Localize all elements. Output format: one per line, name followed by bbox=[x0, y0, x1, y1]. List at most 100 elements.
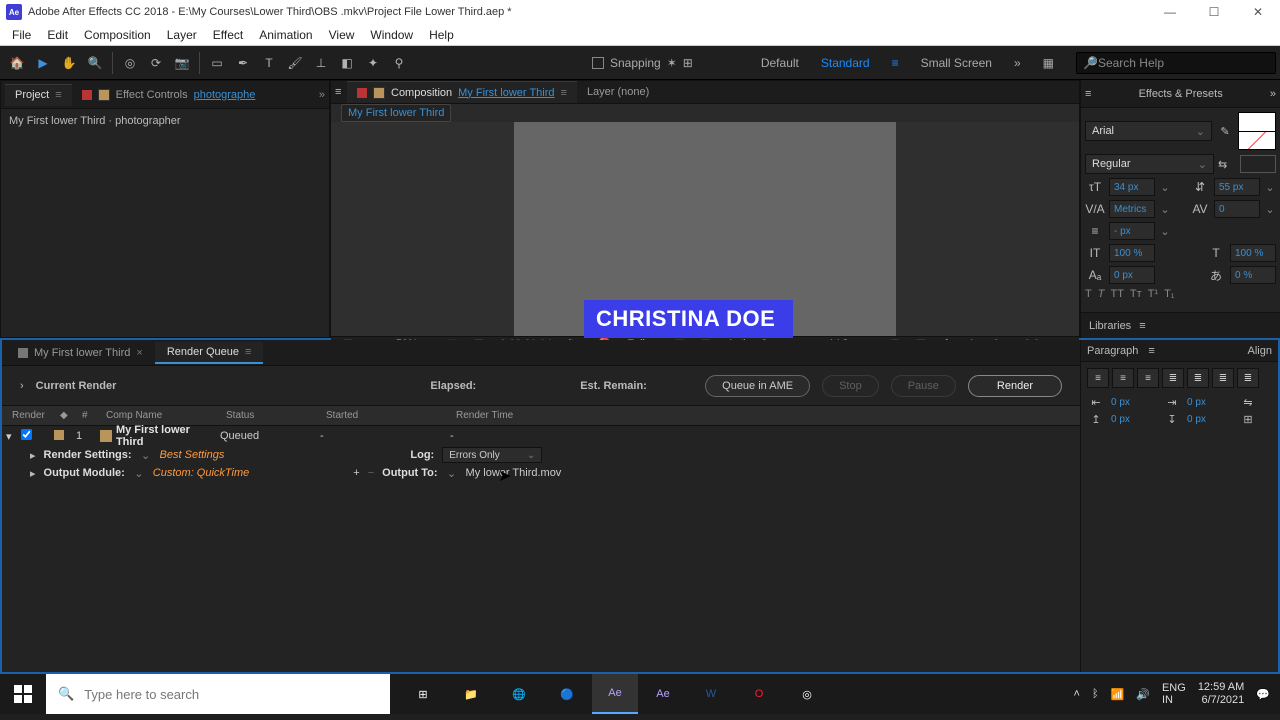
output-module-link[interactable]: Custom: QuickTime bbox=[153, 467, 249, 479]
eyedropper-icon[interactable]: ✎ bbox=[1216, 125, 1234, 138]
justify-all-icon[interactable]: ≣ bbox=[1237, 368, 1259, 388]
vert-scale-input[interactable]: 100 % bbox=[1109, 244, 1155, 262]
font-style-dropdown[interactable]: Regular⌄ bbox=[1085, 154, 1214, 174]
align-center-icon[interactable]: ≡ bbox=[1112, 368, 1134, 388]
after-effects-taskbar-icon[interactable]: Ae bbox=[592, 674, 638, 714]
smallcaps-icon[interactable]: Tᴛ bbox=[1130, 288, 1142, 300]
log-dropdown[interactable]: Errors Only⌄ bbox=[442, 447, 542, 463]
minimize-button[interactable]: — bbox=[1148, 0, 1192, 24]
justify-left-icon[interactable]: ≣ bbox=[1162, 368, 1184, 388]
menu-file[interactable]: File bbox=[4, 28, 39, 42]
start-button[interactable] bbox=[0, 674, 46, 714]
menu-animation[interactable]: Animation bbox=[251, 28, 320, 42]
rs-chevron-icon[interactable]: ⌄ bbox=[140, 449, 152, 462]
panel-overflow-icon[interactable]: » bbox=[1270, 88, 1276, 100]
col-render[interactable]: Render bbox=[6, 410, 54, 421]
chevron-down-icon[interactable]: ⌄ bbox=[1159, 181, 1171, 194]
expand-current-render-icon[interactable]: › bbox=[20, 380, 24, 392]
om-twirl-icon[interactable]: ▸ bbox=[30, 467, 36, 480]
menu-layer[interactable]: Layer bbox=[159, 28, 205, 42]
faux-bold-icon[interactable]: T bbox=[1085, 288, 1092, 300]
rotate-tool-icon[interactable]: ⟳ bbox=[144, 51, 168, 75]
space-before-value[interactable]: 0 px bbox=[1111, 414, 1157, 425]
ec-layer-link[interactable]: photographe bbox=[194, 89, 256, 101]
tray-lang[interactable]: ENGIN bbox=[1162, 682, 1186, 706]
no-fill-icon[interactable] bbox=[1240, 155, 1276, 173]
render-settings-link[interactable]: Best Settings bbox=[160, 449, 225, 461]
opera-icon[interactable]: O bbox=[736, 674, 782, 714]
selection-tool-icon[interactable]: ▶ bbox=[31, 51, 55, 75]
render-button[interactable]: Render bbox=[968, 375, 1062, 397]
workspace-smallscreen[interactable]: Small Screen bbox=[921, 56, 992, 70]
stamp-tool-icon[interactable]: ⊥ bbox=[309, 51, 333, 75]
snapping-checkbox[interactable] bbox=[592, 57, 604, 69]
panel-overflow-icon[interactable]: » bbox=[319, 89, 325, 101]
libraries-menu-icon[interactable]: ≡ bbox=[1139, 320, 1145, 332]
home-tool-icon[interactable]: 🏠 bbox=[5, 51, 29, 75]
leading-input[interactable]: 55 px bbox=[1214, 178, 1260, 196]
col-comp-name[interactable]: Comp Name bbox=[100, 410, 220, 421]
snap-opt-icon[interactable]: ✶ bbox=[667, 56, 677, 70]
align-left-icon[interactable]: ≡ bbox=[1087, 368, 1109, 388]
subscript-icon[interactable]: T₁ bbox=[1164, 288, 1174, 300]
menu-edit[interactable]: Edit bbox=[39, 28, 76, 42]
eraser-tool-icon[interactable]: ◧ bbox=[335, 51, 359, 75]
para-menu-icon[interactable]: ≡ bbox=[1148, 345, 1154, 357]
align-right-icon[interactable]: ≡ bbox=[1137, 368, 1159, 388]
orbit-tool-icon[interactable]: ◎ bbox=[118, 51, 142, 75]
puppet-tool-icon[interactable]: ⚲ bbox=[387, 51, 411, 75]
rq-row-twirl-icon[interactable]: ▾ bbox=[6, 430, 20, 443]
col-render-time[interactable]: Render Time bbox=[450, 410, 570, 421]
output-to-filename[interactable]: My lower Third.mov bbox=[466, 467, 562, 479]
tsume-input[interactable]: 0 % bbox=[1230, 266, 1276, 284]
indent-first-value[interactable]: 0 px bbox=[1187, 397, 1233, 408]
close-button[interactable]: ✕ bbox=[1236, 0, 1280, 24]
chevron-down-icon[interactable]: ⌄ bbox=[1264, 181, 1276, 194]
rect-tool-icon[interactable]: ▭ bbox=[205, 51, 229, 75]
para-extra-icon[interactable]: ⊞ bbox=[1239, 413, 1257, 426]
tab-timeline-comp[interactable]: My First lower Third × bbox=[6, 342, 155, 364]
baseline-input[interactable]: 0 px bbox=[1109, 266, 1155, 284]
panel-menu-icon[interactable]: ≡ bbox=[1085, 88, 1091, 100]
rq-row-checkbox[interactable] bbox=[21, 429, 32, 440]
space-after-value[interactable]: 0 px bbox=[1187, 414, 1233, 425]
hand-tool-icon[interactable]: ✋ bbox=[57, 51, 81, 75]
output-to-chevron-icon[interactable]: ⌄ bbox=[446, 467, 458, 480]
tracking-input[interactable]: 0 bbox=[1214, 200, 1260, 218]
taskbar-search-input[interactable]: 🔍 Type here to search bbox=[46, 674, 390, 714]
comp-viewer[interactable]: CHRISTINA DOE bbox=[331, 122, 1079, 336]
tab-paragraph[interactable]: Paragraph bbox=[1087, 345, 1138, 357]
fill-stroke-swatch[interactable] bbox=[1238, 112, 1276, 150]
kerning-input[interactable]: Metrics bbox=[1109, 200, 1155, 218]
tab-project[interactable]: Project≡ bbox=[5, 84, 72, 106]
maximize-button[interactable]: ☐ bbox=[1192, 0, 1236, 24]
brush-tool-icon[interactable]: 🖌 bbox=[283, 51, 307, 75]
chevron-down-icon[interactable]: ⌄ bbox=[1264, 203, 1276, 216]
tray-chevron-icon[interactable]: ˄ bbox=[1074, 688, 1080, 700]
col-started[interactable]: Started bbox=[320, 410, 450, 421]
chevron-down-icon[interactable]: ⌄ bbox=[1159, 225, 1171, 238]
edge-icon[interactable]: 🌐 bbox=[496, 674, 542, 714]
tab-render-queue[interactable]: Render Queue ≡ bbox=[155, 342, 264, 364]
tab-libraries[interactable]: Libraries bbox=[1089, 320, 1131, 332]
remove-output-icon[interactable]: − bbox=[368, 467, 374, 479]
indent-left-value[interactable]: 0 px bbox=[1111, 397, 1157, 408]
horiz-scale-input[interactable]: 100 % bbox=[1230, 244, 1276, 262]
menu-window[interactable]: Window bbox=[362, 28, 421, 42]
tab-effects-presets[interactable]: Effects & Presets bbox=[1139, 88, 1223, 100]
add-output-icon[interactable]: + bbox=[353, 467, 359, 479]
pause-button[interactable]: Pause bbox=[891, 375, 956, 397]
tab-effect-controls[interactable]: Effect Controls photographe bbox=[72, 84, 266, 106]
col-label-icon[interactable]: ◆ bbox=[54, 410, 76, 421]
stop-button[interactable]: Stop bbox=[822, 375, 879, 397]
font-family-dropdown[interactable]: Arial⌄ bbox=[1085, 121, 1212, 141]
roto-tool-icon[interactable]: ✦ bbox=[361, 51, 385, 75]
font-size-input[interactable]: 34 px bbox=[1109, 178, 1155, 196]
panel-lock-icon[interactable]: ≡ bbox=[335, 86, 347, 98]
faux-italic-icon[interactable]: T bbox=[1098, 288, 1105, 300]
stroke-width-input[interactable]: - px bbox=[1109, 222, 1155, 240]
om-chevron-icon[interactable]: ⌄ bbox=[133, 467, 145, 480]
type-tool-icon[interactable]: T bbox=[257, 51, 281, 75]
superscript-icon[interactable]: T¹ bbox=[1148, 288, 1158, 300]
swap-colors-icon[interactable]: ⇆ bbox=[1218, 158, 1236, 171]
